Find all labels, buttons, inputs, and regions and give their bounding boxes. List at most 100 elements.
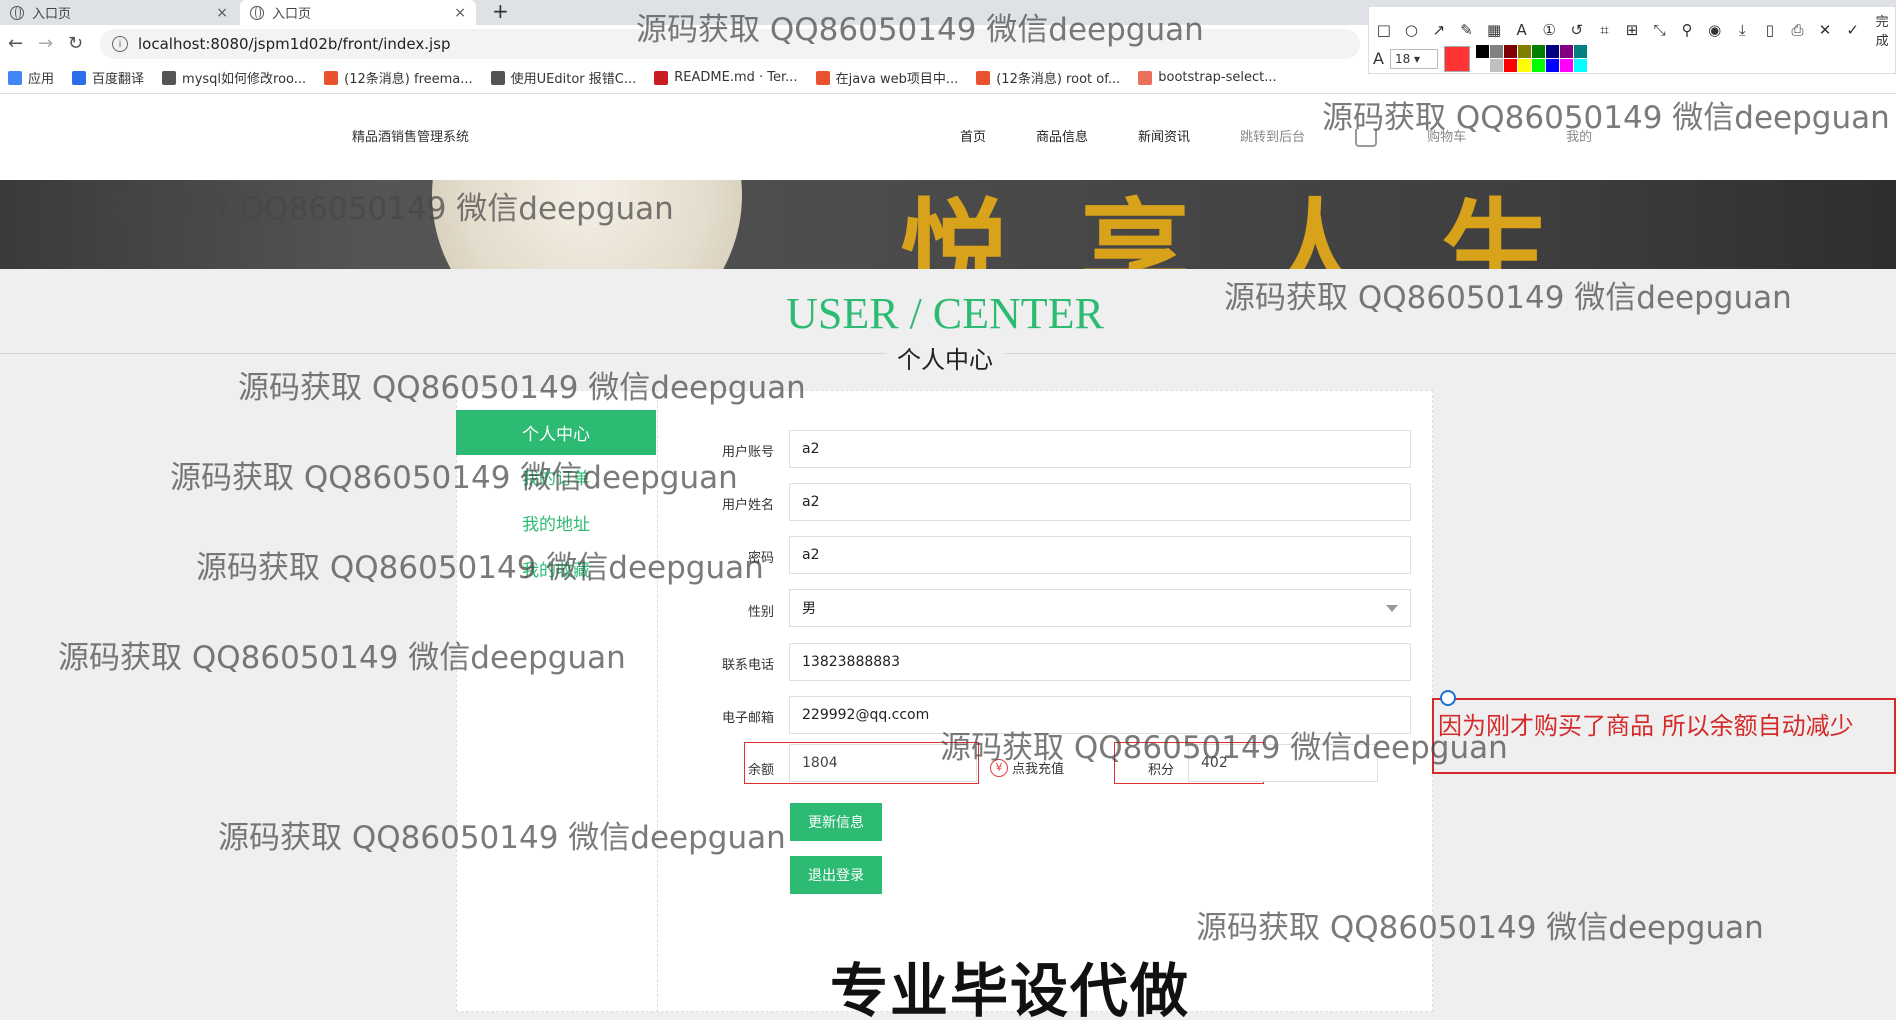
palette-swatch[interactable]: [1573, 45, 1587, 58]
page-subtitle: 个人中心: [0, 340, 1890, 375]
update-info-button[interactable]: 更新信息: [790, 803, 882, 841]
new-tab-button[interactable]: +: [492, 0, 509, 22]
palette-swatch[interactable]: [1531, 45, 1545, 58]
nav-news[interactable]: 新闻资讯: [1138, 126, 1190, 145]
email-field[interactable]: 229992@qq.ccom: [789, 696, 1411, 734]
annotation-tool-icon[interactable]: ↺: [1566, 21, 1588, 39]
palette-swatch[interactable]: [1531, 59, 1545, 72]
bookmark-item[interactable]: (12条消息) root of...: [976, 68, 1120, 87]
logout-button[interactable]: 退出登录: [790, 856, 882, 894]
name-label: 用户姓名: [721, 498, 774, 513]
annotation-tool-icon[interactable]: ▯: [1759, 21, 1781, 39]
palette-swatch[interactable]: [1517, 59, 1531, 72]
mysql-icon: [162, 70, 177, 85]
bookmark-item[interactable]: 应用: [8, 68, 54, 87]
site-title[interactable]: 精品酒销售管理系统: [352, 126, 469, 145]
back-icon[interactable]: ←: [8, 33, 23, 54]
palette-swatch[interactable]: [1545, 45, 1559, 58]
annotation-tool-icon[interactable]: ⤓: [1732, 21, 1754, 39]
annotation-tool-icon[interactable]: ↗: [1428, 21, 1450, 39]
font-size-select[interactable]: 18 ▾: [1389, 48, 1438, 69]
nav-admin[interactable]: 跳转到后台: [1240, 126, 1305, 145]
palette-swatch[interactable]: [1559, 59, 1573, 72]
account-label: 用户账号: [721, 445, 774, 460]
annotation-tool-icon[interactable]: ①: [1538, 21, 1560, 39]
palette-swatch[interactable]: [1545, 59, 1559, 72]
bookmark-label: mysql如何修改roo...: [182, 72, 307, 87]
url-field[interactable]: i localhost:8080/jspm1d02b/front/index.j…: [100, 29, 1360, 59]
csdn-icon: [815, 70, 830, 85]
annotation-tool-icon[interactable]: ⤡: [1649, 21, 1671, 39]
balance-field[interactable]: 1804: [789, 744, 977, 782]
info-icon[interactable]: i: [112, 36, 128, 52]
palette-swatch[interactable]: [1503, 59, 1517, 72]
password-field[interactable]: a2: [789, 536, 1411, 574]
nav-mine[interactable]: 我的: [1566, 126, 1592, 145]
nav-cart[interactable]: 购物车: [1355, 126, 1516, 147]
bookmark-item[interactable]: (12条消息) freema...: [324, 68, 473, 87]
annotation-tool-icon[interactable]: ○: [1401, 21, 1423, 39]
annotation-tool-icon[interactable]: ▦: [1483, 21, 1505, 39]
globe-icon: [10, 5, 24, 20]
palette-swatch[interactable]: [1475, 59, 1489, 72]
palette-swatch[interactable]: [1475, 45, 1489, 58]
ueditor-icon: [490, 70, 505, 85]
annotation-tool-icon[interactable]: A: [1511, 21, 1533, 39]
nav-products[interactable]: 商品信息: [1036, 126, 1088, 145]
bookmark-item[interactable]: bootstrap-select...: [1138, 70, 1277, 85]
bookmark-item[interactable]: 百度翻译: [72, 68, 144, 87]
apps-icon: [8, 70, 22, 85]
palette-swatch[interactable]: [1503, 45, 1517, 58]
reload-icon[interactable]: ↻: [68, 33, 83, 54]
bookmark-item[interactable]: mysql如何修改roo...: [162, 68, 306, 87]
annotation-tool-icon[interactable]: ✕: [1814, 21, 1836, 39]
annotation-done-button[interactable]: 完成: [1869, 11, 1895, 49]
sidebar-item-favorites[interactable]: 我的收藏: [456, 556, 656, 581]
browser-tab-active[interactable]: 入口页 ×: [240, 0, 476, 25]
annotation-tool-icon[interactable]: ⊞: [1621, 21, 1643, 39]
annotation-tool-icon[interactable]: ⎙: [1787, 21, 1809, 39]
banner-calligraphy: 悦享人生: [900, 187, 1620, 269]
nav-cart-label: 购物车: [1427, 130, 1467, 145]
points-field[interactable]: 402: [1188, 744, 1378, 782]
close-tab-icon[interactable]: ×: [216, 5, 228, 21]
font-tool-icon[interactable]: A: [1373, 49, 1384, 68]
name-field[interactable]: a2: [789, 483, 1411, 521]
annotation-move-handle-icon[interactable]: [1440, 690, 1456, 706]
annotation-tool-icon[interactable]: ⚲: [1676, 21, 1698, 39]
annotation-text: 因为刚才购买了商品 所以余额自动减少: [1438, 712, 1854, 740]
sidebar-item-addresses[interactable]: 我的地址: [456, 510, 656, 535]
phone-field[interactable]: 13823888883: [789, 643, 1411, 681]
palette-swatch[interactable]: [1517, 45, 1531, 58]
close-tab-icon[interactable]: ×: [454, 5, 466, 21]
annotation-tool-icon[interactable]: ◉: [1704, 21, 1726, 39]
yen-icon: ¥: [990, 758, 1008, 777]
page-title: USER / CENTER: [786, 289, 1104, 338]
annotation-tool-icon[interactable]: ✎: [1456, 21, 1478, 39]
current-color-swatch[interactable]: [1443, 45, 1470, 72]
email-label: 电子邮箱: [721, 711, 774, 726]
palette-swatch[interactable]: [1489, 59, 1503, 72]
browser-tab[interactable]: 入口页 ×: [0, 0, 238, 25]
annotation-tool-icon[interactable]: ⌗: [1594, 21, 1616, 39]
nav-home[interactable]: 首页: [960, 126, 986, 145]
palette-swatch[interactable]: [1573, 59, 1587, 72]
palette-swatch[interactable]: [1559, 45, 1573, 58]
sidebar-item-orders[interactable]: 我的订单: [456, 464, 656, 489]
bookmark-item[interactable]: 在java web项目中...: [815, 68, 958, 87]
annotation-style-row: A 18 ▾: [1373, 45, 1587, 72]
bookmark-item[interactable]: 使用UEditor 报错C...: [490, 68, 636, 87]
forward-icon[interactable]: →: [38, 33, 53, 54]
recharge-link[interactable]: ¥ 点我充值: [990, 758, 1064, 777]
annotation-tool-icon[interactable]: □: [1373, 21, 1395, 39]
baidu-translate-icon: [72, 70, 87, 85]
bookmark-item[interactable]: README.md · Ter...: [654, 70, 798, 85]
csdn-icon: [976, 70, 991, 85]
palette-swatch[interactable]: [1489, 45, 1503, 58]
sidebar-item-user-center[interactable]: 个人中心: [456, 410, 656, 455]
tab-title: 入口页: [32, 7, 72, 22]
annotation-tool-icon[interactable]: ✓: [1842, 21, 1864, 39]
gender-select[interactable]: 男: [789, 589, 1411, 627]
banner: 悦享人生: [0, 180, 1896, 269]
account-field[interactable]: a2: [789, 430, 1411, 468]
